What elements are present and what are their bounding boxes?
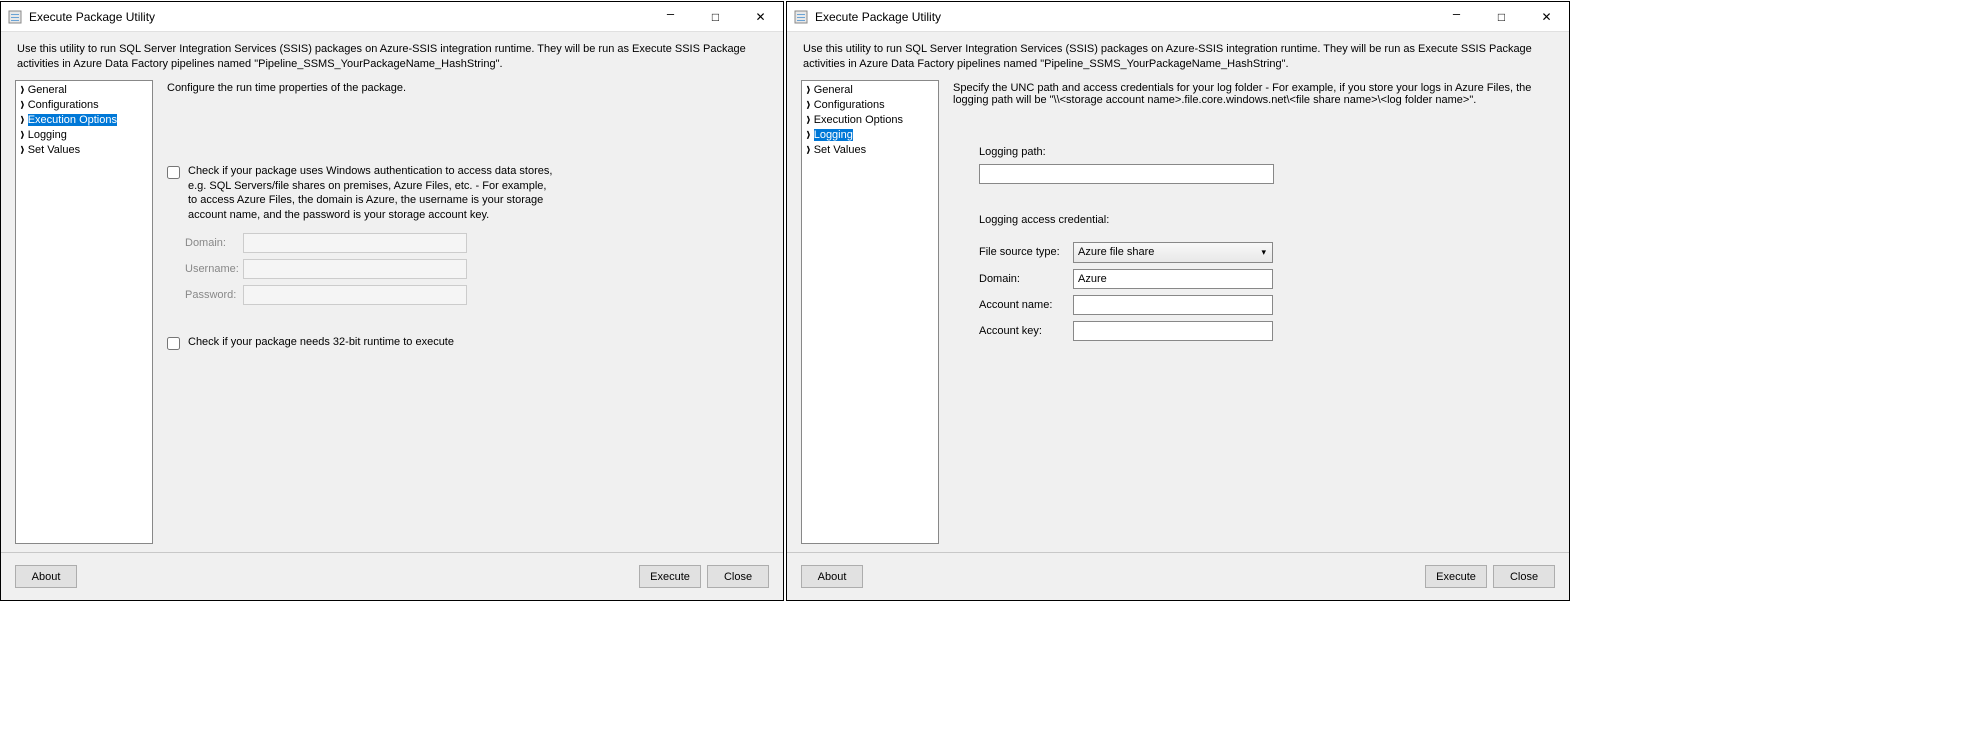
execute-button[interactable]: Execute (1425, 565, 1487, 588)
content-pane: Configure the run time properties of the… (163, 80, 769, 544)
nav-set-values[interactable]: Set Values (805, 143, 935, 158)
maximize-button[interactable] (1479, 2, 1524, 31)
nav-execution-options-label: Execution Options (814, 114, 903, 126)
titlebar: Execute Package Utility (787, 2, 1569, 32)
utility-description: Use this utility to run SQL Server Integ… (1, 32, 783, 80)
nav-logging-label: Logging (28, 129, 67, 141)
close-button[interactable]: Close (707, 565, 769, 588)
nav-set-values[interactable]: Set Values (19, 143, 149, 158)
window-execution-options: Execute Package Utility Use this utility… (0, 1, 784, 601)
password-label: Password: (185, 289, 243, 301)
nav-configurations-label: Configurations (28, 99, 99, 111)
username-label: Username: (185, 263, 243, 275)
nav-execution-options-label: Execution Options (28, 114, 117, 126)
windows-auth-checkbox-row: Check if your package uses Windows authe… (167, 164, 765, 223)
account-name-input[interactable] (1073, 295, 1273, 315)
button-bar: About Execute Close (1, 552, 783, 600)
nav-logging-label: Logging (814, 129, 853, 141)
32bit-checkbox-row: Check if your package needs 32-bit runti… (167, 335, 765, 350)
file-source-type-label: File source type: (979, 246, 1073, 258)
nav-configurations[interactable]: Configurations (805, 98, 935, 113)
minimize-button[interactable] (648, 2, 693, 31)
nav-logging[interactable]: Logging (805, 128, 935, 143)
32bit-checkbox[interactable] (167, 337, 180, 350)
nav-execution-options[interactable]: Execution Options (19, 113, 149, 128)
content-header: Specify the UNC path and access credenti… (953, 82, 1551, 106)
nav-sidebar: General Configurations Execution Options… (801, 80, 939, 544)
content-header: Configure the run time properties of the… (167, 82, 765, 94)
account-key-input[interactable] (1073, 321, 1273, 341)
window-title: Execute Package Utility (815, 10, 1434, 24)
logging-section: Logging path: Logging access credential:… (979, 146, 1551, 341)
file-source-type-value: Azure file share (1078, 246, 1154, 258)
content-pane: Specify the UNC path and access credenti… (949, 80, 1555, 544)
titlebar: Execute Package Utility (1, 2, 783, 32)
nav-general-label: General (814, 84, 853, 96)
logging-domain-label: Domain: (979, 273, 1073, 285)
utility-description: Use this utility to run SQL Server Integ… (787, 32, 1569, 80)
window-logging: Execute Package Utility Use this utility… (786, 1, 1570, 601)
password-input[interactable] (243, 285, 467, 305)
auth-form: Domain: Username: Password: (185, 233, 765, 305)
domain-input[interactable] (243, 233, 467, 253)
app-icon (793, 9, 809, 25)
account-key-label: Account key: (979, 325, 1073, 337)
close-window-button[interactable] (738, 2, 783, 31)
nav-configurations[interactable]: Configurations (19, 98, 149, 113)
maximize-button[interactable] (693, 2, 738, 31)
file-source-type-select[interactable]: Azure file share (1073, 242, 1273, 263)
about-button[interactable]: About (801, 565, 863, 588)
nav-general[interactable]: General (19, 83, 149, 98)
nav-general-label: General (28, 84, 67, 96)
nav-general[interactable]: General (805, 83, 935, 98)
nav-logging[interactable]: Logging (19, 128, 149, 143)
body-area: General Configurations Execution Options… (1, 80, 783, 552)
app-icon (7, 9, 23, 25)
window-title: Execute Package Utility (29, 10, 648, 24)
nav-set-values-label: Set Values (814, 144, 866, 156)
username-input[interactable] (243, 259, 467, 279)
execute-button[interactable]: Execute (639, 565, 701, 588)
32bit-label: Check if your package needs 32-bit runti… (188, 335, 454, 350)
logging-path-label: Logging path: (979, 146, 1551, 158)
nav-sidebar: General Configurations Execution Options… (15, 80, 153, 544)
minimize-button[interactable] (1434, 2, 1479, 31)
close-button[interactable]: Close (1493, 565, 1555, 588)
windows-auth-label: Check if your package uses Windows authe… (188, 164, 558, 223)
account-name-label: Account name: (979, 299, 1073, 311)
windows-auth-checkbox[interactable] (167, 166, 180, 179)
logging-path-input[interactable] (979, 164, 1274, 184)
body-area: General Configurations Execution Options… (787, 80, 1569, 552)
about-button[interactable]: About (15, 565, 77, 588)
nav-configurations-label: Configurations (814, 99, 885, 111)
nav-set-values-label: Set Values (28, 144, 80, 156)
close-window-button[interactable] (1524, 2, 1569, 31)
window-controls (648, 2, 783, 31)
window-controls (1434, 2, 1569, 31)
nav-execution-options[interactable]: Execution Options (805, 113, 935, 128)
logging-cred-header: Logging access credential: (979, 214, 1551, 226)
domain-label: Domain: (185, 237, 243, 249)
button-bar: About Execute Close (787, 552, 1569, 600)
logging-domain-input[interactable] (1073, 269, 1273, 289)
